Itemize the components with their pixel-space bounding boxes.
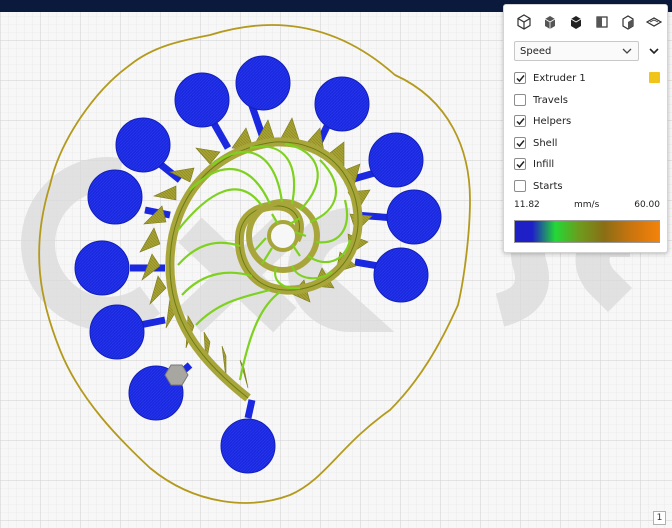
- legend-min-value: 11.82: [514, 200, 540, 210]
- color-scheme-value: Speed: [520, 45, 552, 57]
- shell-label: Shell: [533, 137, 558, 149]
- right-view-icon[interactable]: [617, 11, 639, 33]
- top-view-icon[interactable]: [565, 11, 587, 33]
- page-indicator: 1: [653, 511, 666, 525]
- pad: [314, 76, 370, 132]
- option-starts[interactable]: Starts: [514, 179, 563, 193]
- view-orientation-toolbar: [504, 11, 669, 33]
- starts-label: Starts: [533, 180, 563, 192]
- option-shell[interactable]: Shell: [514, 136, 557, 150]
- pad: [235, 55, 291, 111]
- collapse-panel-chevron-icon[interactable]: [647, 44, 661, 58]
- travels-label: Travels: [533, 94, 568, 106]
- option-helpers[interactable]: Helpers: [514, 114, 571, 128]
- pad: [74, 240, 130, 296]
- pad: [115, 117, 171, 173]
- pad: [87, 169, 143, 225]
- helpers-label: Helpers: [533, 115, 572, 127]
- infill-label: Infill: [533, 158, 555, 170]
- travels-checkbox[interactable]: [514, 94, 526, 106]
- speed-gradient-bar: [514, 220, 660, 243]
- legend-max-value: 60.00: [634, 200, 660, 210]
- option-travels[interactable]: Travels: [514, 93, 568, 107]
- pad: [174, 72, 230, 128]
- view-settings-panel: Speed Extruder 1 Travels Helpers Shell I…: [503, 4, 668, 253]
- iso-view-icon[interactable]: [513, 11, 535, 33]
- front-view-icon[interactable]: [539, 11, 561, 33]
- option-infill[interactable]: Infill: [514, 157, 554, 171]
- extruder-1-label: Extruder 1: [533, 72, 586, 84]
- layer-view-icon[interactable]: [643, 11, 665, 33]
- starts-checkbox[interactable]: [514, 180, 526, 192]
- pad: [89, 304, 145, 360]
- pad: [220, 418, 276, 474]
- pad: [368, 132, 424, 188]
- option-extruder-1[interactable]: Extruder 1: [514, 71, 586, 85]
- extruder-1-checkbox[interactable]: [514, 72, 526, 84]
- color-scheme-dropdown[interactable]: Speed: [514, 41, 639, 61]
- pad: [373, 247, 429, 303]
- chevron-down-icon: [622, 48, 632, 54]
- helpers-checkbox[interactable]: [514, 115, 526, 127]
- infill-checkbox[interactable]: [514, 158, 526, 170]
- speed-legend-labels: 11.82 mm/s 60.00: [514, 200, 660, 212]
- left-view-icon[interactable]: [591, 11, 613, 33]
- pad: [386, 189, 442, 245]
- legend-unit: mm/s: [574, 200, 600, 210]
- shell-checkbox[interactable]: [514, 137, 526, 149]
- extruder-1-color-swatch: [649, 72, 660, 83]
